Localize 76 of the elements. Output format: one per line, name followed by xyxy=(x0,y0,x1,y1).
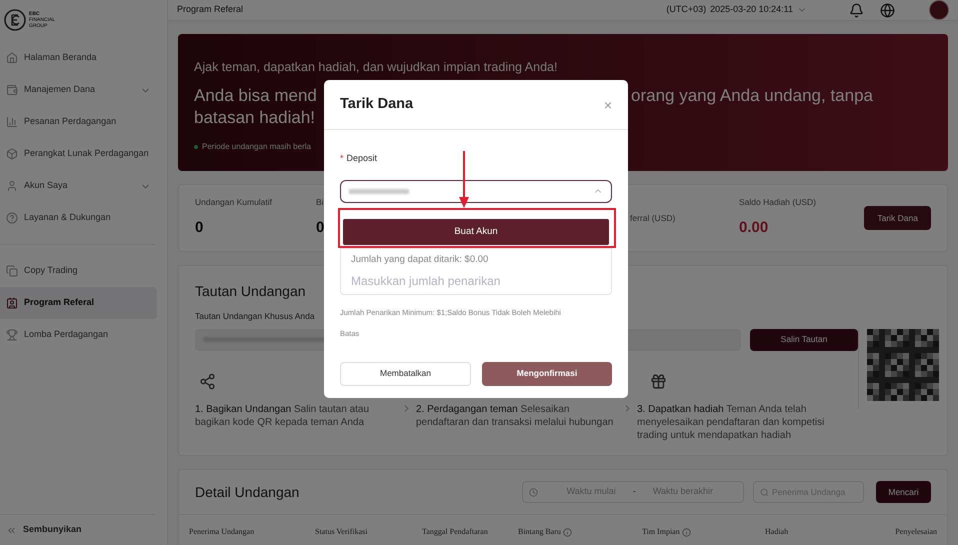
column-header: Hadiah xyxy=(765,526,788,538)
required-mark: * xyxy=(340,152,344,165)
column-header: Tim Impian xyxy=(642,526,680,538)
stat-value: 0 xyxy=(316,218,324,238)
banner-headline: batasan hadiah! xyxy=(194,106,316,129)
column-header: Penyelesaian xyxy=(895,526,937,538)
sidebar-item[interactable]: Lomba Perdagangan xyxy=(0,319,157,351)
withdraw-button[interactable]: Tarik Dana xyxy=(864,206,931,230)
qr-code-icon xyxy=(867,329,939,401)
banner-headline: orang yang Anda undang, tanpa xyxy=(631,84,873,107)
avatar[interactable] xyxy=(929,0,949,20)
section-title: Detail Undangan xyxy=(195,482,300,502)
column-header: Status Verifikasi xyxy=(315,526,368,538)
help-icon xyxy=(6,212,18,224)
available-amount: Jumlah yang dapat ditarik: $0.00 xyxy=(351,252,490,266)
timezone-text: (UTC+03) xyxy=(666,3,706,16)
period-text: Periode undangan masih berla xyxy=(202,140,311,153)
collapse-button[interactable]: Sembunyikan xyxy=(0,515,167,545)
column-header: Bintang Baru xyxy=(518,526,561,538)
stat-label: Bi xyxy=(316,196,324,210)
create-account-button[interactable]: Buat Akun xyxy=(343,218,609,245)
person-card-icon xyxy=(6,297,18,309)
stat-label: ferral (USD) xyxy=(630,212,676,224)
logo-icon xyxy=(4,9,26,31)
step-text: 2. Perdagangan teman Selesaikan pendaftaran dan transaksi melalui hubungan xyxy=(416,402,614,429)
column-header: Penerima Undangan xyxy=(189,526,254,538)
stat-label: Saldo Hadiah (USD) xyxy=(739,196,816,210)
cancel-button[interactable]: Membatalkan xyxy=(340,362,471,386)
box-icon xyxy=(6,148,18,160)
copy-icon xyxy=(6,265,18,277)
wallet-icon xyxy=(6,84,18,96)
step-text: 3. Dapatkan hadiah Teman Anda telah menyelesaikan pendaftaran dan kompetisi trading untuk mendapatkan hadiah xyxy=(637,402,826,442)
chart-icon xyxy=(6,116,18,128)
clock-icon xyxy=(529,488,538,496)
banner-tagline: Ajak teman, dapatkan hadiah, dan wujudkan impian trading Anda! xyxy=(194,59,558,76)
confirm-button[interactable]: Mengonfirmasi xyxy=(482,362,612,386)
page-title: Program Referal xyxy=(177,3,244,16)
copy-link-button[interactable]: Salin Tautan xyxy=(750,328,858,351)
sidebar-item[interactable]: Manajemen Dana xyxy=(0,74,157,106)
field-label: Tautan Undangan Khusus Anda xyxy=(195,310,315,323)
deposit-select[interactable] xyxy=(340,180,612,202)
sidebar-item[interactable]: Akun Saya xyxy=(0,170,157,202)
sidebar-item[interactable]: Halaman Beranda xyxy=(0,42,157,74)
banner-headline: Anda bisa mend xyxy=(194,84,318,107)
info-icon xyxy=(562,528,572,536)
amount-field[interactable]: Jumlah yang dapat ditarik: $0.00 Masukkan jumlah penarikan xyxy=(340,248,612,295)
close-button[interactable]: × xyxy=(604,98,612,112)
share-icon xyxy=(199,372,216,390)
stat-value: 0 xyxy=(195,218,204,238)
search-icon xyxy=(760,488,769,496)
sidebar-item[interactable]: Copy Trading xyxy=(0,255,157,287)
step-text: 1. Bagikan Undangan Salin tautan atau bagikan kode QR kepada teman Anda xyxy=(195,402,370,429)
sidebar-item[interactable]: Program Referal xyxy=(0,287,157,319)
collapse-icon xyxy=(6,524,17,536)
stat-value: 0.00 xyxy=(739,218,768,238)
blurred-text xyxy=(349,188,409,194)
field-label: Deposit xyxy=(346,152,378,165)
info-icon xyxy=(682,528,691,536)
stat-label: Undangan Kumulatif xyxy=(195,196,272,210)
notification-icon[interactable] xyxy=(849,2,864,18)
range-separator: - xyxy=(632,485,636,498)
user-icon xyxy=(6,180,18,192)
amount-placeholder: Masukkan jumlah penarikan xyxy=(351,272,502,290)
dialog-title: Tarik Dana xyxy=(340,94,414,114)
sidebar-item[interactable]: Pesanan Perdagangan xyxy=(0,106,157,138)
home-icon xyxy=(6,52,18,64)
section-title: Tautan Undangan xyxy=(195,282,306,301)
gift-icon xyxy=(650,372,667,390)
column-header: Tanggal Pendaftaran xyxy=(422,526,488,538)
trophy-icon xyxy=(6,329,18,341)
datetime-text: 2025-03-20 10:24:11 xyxy=(710,3,793,16)
arrow-icon xyxy=(459,151,469,209)
search-button[interactable]: Mencari xyxy=(876,481,931,503)
sidebar-item[interactable]: Layanan & Dukungan xyxy=(0,202,157,234)
language-icon[interactable] xyxy=(880,2,895,18)
sidebar-item[interactable]: Perangkat Lunak Perdagangan xyxy=(0,138,157,170)
